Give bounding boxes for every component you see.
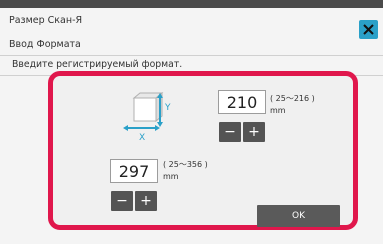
y-increment-button[interactable]: + xyxy=(243,122,265,142)
y-decrement-button[interactable]: − xyxy=(219,122,241,142)
y-unit: mm xyxy=(270,106,286,115)
highlighted-input-panel: Y X 210 ( 25〜216 ) mm − + 297 ( 25〜356 )… xyxy=(48,71,358,230)
paper-size-icon: Y X xyxy=(123,92,171,142)
x-unit: mm xyxy=(163,172,179,181)
y-axis-label: Y xyxy=(164,103,171,113)
x-increment-button[interactable]: + xyxy=(135,191,157,211)
y-range-hint: ( 25〜216 ) xyxy=(270,94,315,103)
instruction-text: Введите регистрируемый формат. xyxy=(12,59,183,70)
ok-button[interactable]: OK xyxy=(257,205,340,227)
x-size-field[interactable]: 297 xyxy=(110,159,158,183)
dialog-subtitle: Ввод Формата xyxy=(9,39,81,50)
divider xyxy=(0,55,383,56)
x-decrement-button[interactable]: − xyxy=(111,191,133,211)
dialog-title: Размер Скан-Я xyxy=(9,15,83,26)
y-size-field[interactable]: 210 xyxy=(218,90,266,114)
x-range-hint: ( 25〜356 ) xyxy=(163,160,208,169)
x-axis-label: X xyxy=(139,133,145,142)
close-button[interactable] xyxy=(359,20,378,39)
close-icon xyxy=(363,24,374,35)
